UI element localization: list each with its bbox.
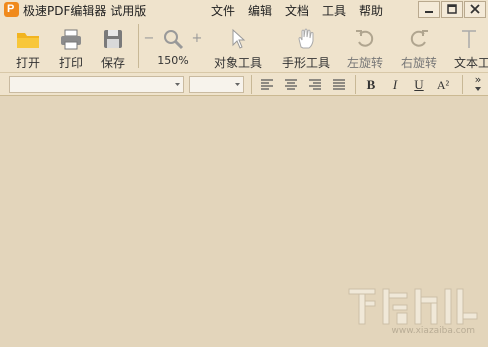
maximize-icon — [447, 4, 457, 14]
hand-tool-button[interactable]: 手形工具 — [279, 20, 333, 72]
object-tool-label: 对象工具 — [213, 56, 262, 70]
toolbar-overflow-button[interactable]: » — [472, 74, 484, 92]
close-icon — [470, 4, 480, 14]
save-icon — [104, 30, 122, 48]
rotate-right-icon — [410, 30, 428, 47]
align-right-icon — [309, 79, 321, 90]
align-center-icon — [285, 79, 297, 90]
chevron-down-icon — [475, 87, 481, 91]
menu-help[interactable]: 帮助 — [359, 2, 383, 19]
zoom-control[interactable]: 150% — [156, 20, 190, 72]
open-button[interactable]: 打开 — [8, 20, 48, 72]
align-left-button[interactable] — [258, 76, 276, 94]
rotate-right-button[interactable]: 右旋转 — [396, 20, 442, 72]
rotate-right-label: 右旋转 — [400, 56, 437, 70]
superscript-button[interactable]: A² — [434, 76, 452, 94]
printer-icon — [61, 29, 81, 50]
menu-document[interactable]: 文档 — [285, 2, 309, 19]
font-size-select[interactable] — [189, 76, 244, 93]
close-button[interactable] — [464, 1, 486, 18]
minus-icon: − — [143, 31, 155, 46]
bold-button[interactable]: B — [362, 76, 380, 94]
minimize-button[interactable] — [418, 1, 440, 18]
align-left-icon — [261, 79, 273, 90]
chevron-down-icon — [175, 83, 180, 86]
cursor-arrow-icon — [232, 28, 246, 49]
save-label: 保存 — [100, 56, 125, 70]
divider — [355, 75, 356, 94]
app-logo-icon: P — [4, 2, 19, 17]
italic-button[interactable]: I — [386, 76, 404, 94]
print-label: 打印 — [58, 56, 83, 70]
chevron-down-icon — [235, 83, 240, 86]
hand-tool-label: 手形工具 — [281, 56, 330, 70]
rotate-left-button[interactable]: 左旋转 — [342, 20, 388, 72]
rotate-left-icon — [356, 30, 374, 47]
justify-icon — [333, 79, 345, 90]
open-label: 打开 — [15, 56, 40, 70]
print-button[interactable]: 打印 — [51, 20, 91, 72]
font-family-select[interactable] — [9, 76, 184, 93]
save-button[interactable]: 保存 — [93, 20, 133, 72]
divider — [462, 75, 463, 94]
title-bar: P 极速PDF编辑器 试用版 文件 编辑 文档 工具 帮助 — [0, 0, 488, 20]
object-tool-button[interactable]: 对象工具 — [211, 20, 265, 72]
menu-file[interactable]: 文件 — [211, 2, 235, 19]
menu-tools[interactable]: 工具 — [322, 2, 346, 19]
text-tool-label: 文本工 — [454, 56, 488, 70]
justify-button[interactable] — [330, 76, 348, 94]
align-center-button[interactable] — [282, 76, 300, 94]
main-toolbar: 打开 打印 保存 − 150% + 对象工具 手形工具 左旋转 右旋转 文本工 — [0, 20, 488, 72]
watermark-logo: www.xiazaiba.com — [345, 283, 485, 338]
watermark-logo-icon — [348, 288, 478, 325]
zoom-in-button[interactable]: + — [190, 20, 204, 72]
rotate-left-label: 左旋转 — [346, 56, 383, 70]
menu-edit[interactable]: 编辑 — [248, 2, 272, 19]
minimize-icon — [425, 11, 433, 13]
watermark-url: www.xiazaiba.com — [391, 326, 475, 336]
underline-button[interactable]: U — [410, 76, 428, 94]
maximize-button[interactable] — [441, 1, 463, 18]
hand-icon — [298, 28, 314, 49]
toolbar-divider — [138, 24, 139, 68]
text-tool-button[interactable]: 文本工 — [450, 20, 488, 72]
window-title: 极速PDF编辑器 试用版 — [23, 4, 147, 18]
format-toolbar: B I U A² » — [0, 72, 488, 96]
magnifier-icon — [164, 30, 184, 50]
folder-icon — [17, 33, 39, 48]
divider — [251, 75, 252, 94]
plus-icon: + — [191, 31, 203, 46]
text-tool-icon — [462, 30, 476, 48]
align-right-button[interactable] — [306, 76, 324, 94]
